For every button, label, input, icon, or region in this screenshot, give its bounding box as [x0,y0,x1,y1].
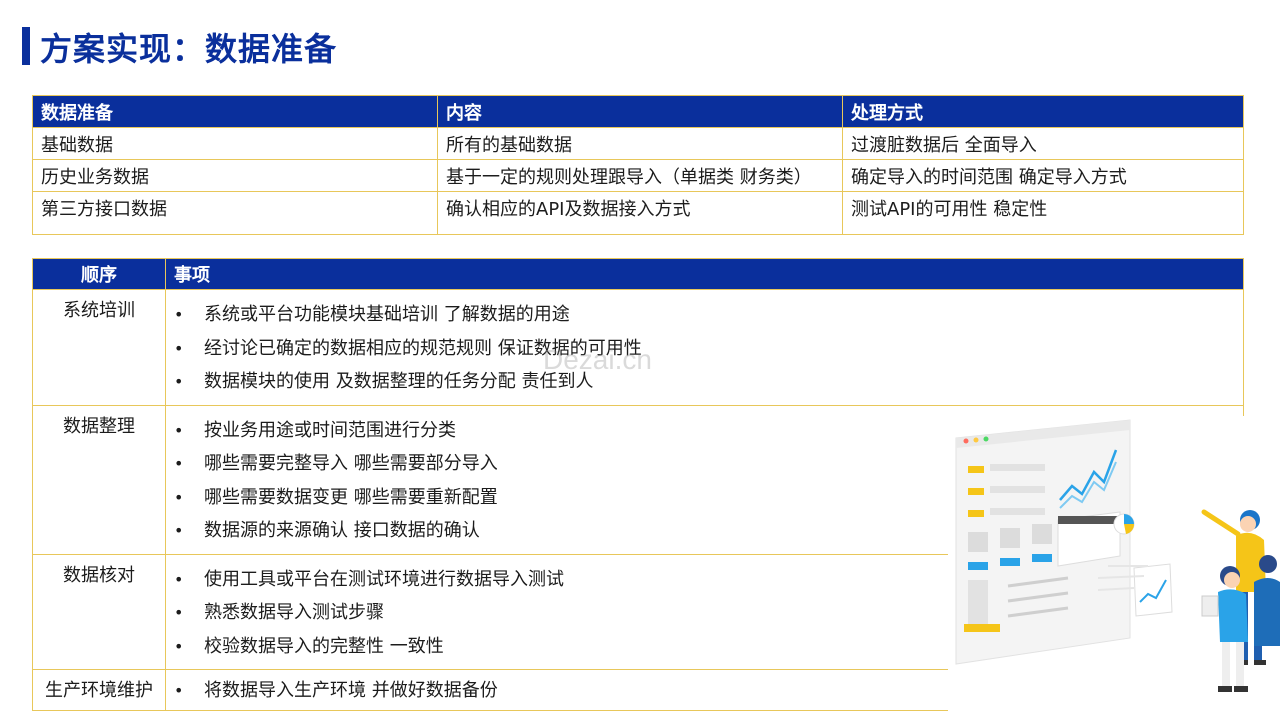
table-cell: 基础数据 [32,127,438,160]
table-cell: 测试API的可用性 稳定性 [842,191,1244,235]
watermark: Dezai.cn [543,344,652,375]
table-row: 基础数据 所有的基础数据 过渡脏数据后 全面导入 [32,127,1244,160]
table-row: 第三方接口数据 确认相应的API及数据接入方式 测试API的可用性 稳定性 [32,191,1244,235]
data-preparation-table: 数据准备 内容 处理方式 基础数据 所有的基础数据 过渡脏数据后 全面导入 历史… [32,95,1244,235]
table-cell: 所有的基础数据 [437,127,843,160]
table-cell: 过渡脏数据后 全面导入 [842,127,1244,160]
title-accent-bar [22,27,30,65]
data-dashboard-people-illustration [948,416,1280,720]
list-item: 系统或平台功能模块基础培训 了解数据的用途 [166,298,1243,332]
table-header-row: 顺序 事项 [32,258,1244,290]
column-header: 顺序 [32,258,166,290]
table-header-row: 数据准备 内容 处理方式 [32,95,1244,128]
column-header: 事项 [165,258,1244,290]
column-header: 内容 [437,95,843,128]
step-label: 数据整理 [32,404,166,555]
column-header: 数据准备 [32,95,438,128]
page-title: 方案实现：数据准备 [40,30,338,68]
table-cell: 基于一定的规则处理跟导入（单据类 财务类） [437,159,843,192]
table-row: 历史业务数据 基于一定的规则处理跟导入（单据类 财务类） 确定导入的时间范围 确… [32,159,1244,192]
step-label: 系统培训 [32,289,166,406]
step-label: 数据核对 [32,553,166,670]
list-item: 经讨论已确定的数据相应的规范规则 保证数据的可用性 [166,332,1243,366]
task-list: 系统或平台功能模块基础培训 了解数据的用途 经讨论已确定的数据相应的规范规则 保… [165,289,1244,406]
table-cell: 第三方接口数据 [32,191,438,235]
table-cell: 确定导入的时间范围 确定导入方式 [842,159,1244,192]
table-cell: 确认相应的API及数据接入方式 [437,191,843,235]
step-label: 生产环境维护 [32,669,166,711]
table-cell: 历史业务数据 [32,159,438,192]
column-header: 处理方式 [842,95,1244,128]
list-item: 数据模块的使用 及数据整理的任务分配 责任到人 [166,365,1243,399]
illustration-graphic [955,419,1280,692]
